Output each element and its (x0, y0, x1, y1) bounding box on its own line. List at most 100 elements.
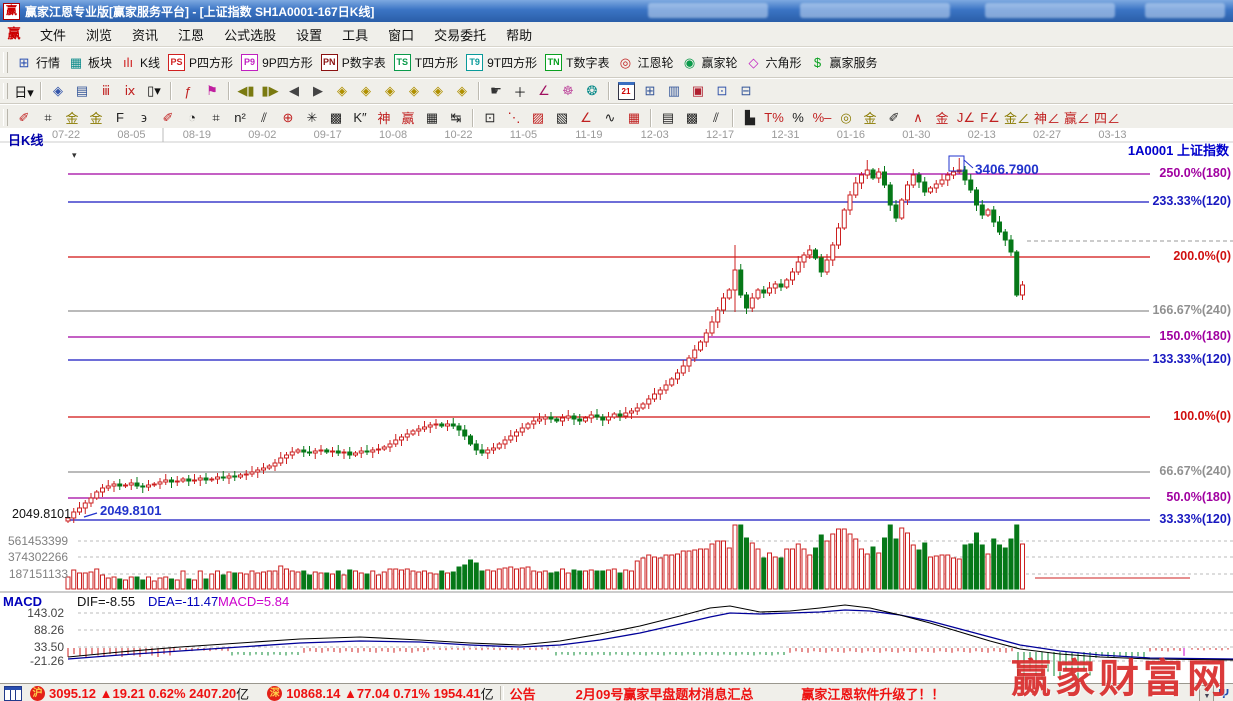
calendar-icon[interactable]: 21 (615, 81, 637, 102)
menu-item-帮助[interactable]: 帮助 (496, 28, 542, 43)
gold-rule-tool[interactable]: 金 (859, 107, 881, 128)
shrink-h-icon[interactable]: ◈ (403, 81, 425, 102)
hash-tool[interactable]: ⌗ (205, 107, 227, 128)
kline-button[interactable]: ılıK线 (120, 54, 160, 71)
menu-item-江恩[interactable]: 江恩 (168, 28, 214, 43)
gold-line2-tool[interactable]: 金 (85, 107, 107, 128)
candle-style-dropdown[interactable]: ▯▾ (143, 81, 165, 102)
remote-icon[interactable]: ⊡ (711, 81, 733, 102)
shade1-tool[interactable]: ▨ (527, 107, 549, 128)
expand-v-icon[interactable]: ◈ (427, 81, 449, 102)
ying-tool[interactable]: 赢 (397, 107, 419, 128)
announce-label[interactable]: 公告 (510, 684, 536, 701)
first-page-icon[interactable]: ◀▮ (235, 81, 257, 102)
shen-angle-tool[interactable]: 神∠ (1033, 107, 1061, 128)
tpct-tool[interactable]: T% (763, 107, 785, 128)
prev-icon[interactable]: ◀ (283, 81, 305, 102)
compass-tool[interactable]: ⊕ (277, 107, 299, 128)
menu-item-设置[interactable]: 设置 (286, 28, 332, 43)
gold-angle-tool[interactable]: 金∠ (1003, 107, 1031, 128)
save-icon[interactable]: ▣ (687, 81, 709, 102)
web-tool[interactable]: ▩ (325, 107, 347, 128)
menu-item-工具[interactable]: 工具 (332, 28, 378, 43)
trend-flag-icon[interactable]: ⚑ (201, 81, 223, 102)
gann-wheel-button[interactable]: ◎江恩轮 (617, 54, 673, 71)
shrink-v-icon[interactable]: ◈ (451, 81, 473, 102)
fibo-tool[interactable]: F (109, 107, 131, 128)
pattern-icon[interactable]: ❂ (581, 81, 603, 102)
grid-lines-tool[interactable]: ⌗ (37, 107, 59, 128)
shen-tool[interactable]: 神 (373, 107, 395, 128)
winner-service-button[interactable]: $赢家服务 (810, 54, 878, 71)
expand-left-icon[interactable]: ◈ (331, 81, 353, 102)
9p-square-button[interactable]: P99P四方形 (241, 54, 313, 71)
p-number-button[interactable]: PNP数字表 (321, 54, 386, 71)
pencil-tool[interactable]: ✐ (13, 107, 35, 128)
menu-item-资讯[interactable]: 资讯 (122, 28, 168, 43)
period-dropdown[interactable]: 日▾ (13, 81, 35, 102)
k2-tool[interactable]: K″ (349, 107, 371, 128)
sectors-button[interactable]: ▦板块 (68, 54, 112, 71)
pane-dropdown-arrow[interactable]: ▾ (72, 150, 77, 161)
t-number-button[interactable]: TNT数字表 (545, 54, 609, 71)
note-icon[interactable]: ▤ (71, 81, 93, 102)
mirror-tool[interactable]: ⫽ (253, 107, 275, 128)
sz-index[interactable]: 10868.14 (286, 686, 340, 701)
slash-tool[interactable]: ⫽ (705, 107, 727, 128)
quotes-button[interactable]: ⊞行情 (16, 54, 60, 71)
sh-index[interactable]: 3095.12 (49, 686, 96, 701)
shade2-tool[interactable]: ▧ (551, 107, 573, 128)
circle3-tool[interactable]: ◔ (181, 107, 203, 128)
print-icon[interactable]: ⊟ (735, 81, 757, 102)
toolbar-grip[interactable] (3, 52, 8, 72)
gold-circle-tool[interactable]: ◎ (835, 107, 857, 128)
box-tool[interactable]: ⊡ (479, 107, 501, 128)
width-tool[interactable]: ↹ (445, 107, 467, 128)
menu-item-交易委托[interactable]: 交易委托 (424, 28, 496, 43)
pct-tool[interactable]: % (787, 107, 809, 128)
draw-candle-tool[interactable]: ✐ (883, 107, 905, 128)
menu-item-文件[interactable]: 文件 (30, 28, 76, 43)
gann-shape-icon[interactable]: ☸ (557, 81, 579, 102)
hand-icon[interactable]: ☛ (485, 81, 507, 102)
angle2-tool[interactable]: ∠ (575, 107, 597, 128)
9t-square-button[interactable]: T99T四方形 (466, 54, 537, 71)
scroll-spinner[interactable]: ▲▼ (1199, 685, 1214, 701)
n2-tool[interactable]: n² (229, 107, 251, 128)
winner-wheel-button[interactable]: ◉赢家轮 (681, 54, 737, 71)
hexagon-button[interactable]: ◇六角形 (746, 54, 802, 71)
expand-right-icon[interactable]: ◈ (355, 81, 377, 102)
last-page-icon[interactable]: ▮▶ (259, 81, 281, 102)
menu-item-公式选股[interactable]: 公式选股 (214, 28, 286, 43)
expand-h-icon[interactable]: ◈ (379, 81, 401, 102)
f-angle-tool[interactable]: F∠ (979, 107, 1001, 128)
gold-line-tool[interactable]: 金 (61, 107, 83, 128)
formula-icon[interactable]: ƒ (177, 81, 199, 102)
p-square-button[interactable]: PSP四方形 (168, 54, 233, 71)
bars-tool[interactable]: ▙ (739, 107, 761, 128)
quote-table-icon[interactable] (4, 686, 22, 701)
angle-icon[interactable]: ∠ (533, 81, 555, 102)
bars3-icon[interactable]: ⅲ (95, 81, 117, 102)
wave-tool[interactable]: ∿ (599, 107, 621, 128)
grid4-tool[interactable]: ▩ (681, 107, 703, 128)
crosshair-icon[interactable]: ＋ (509, 81, 531, 102)
next-icon[interactable]: ▶ (307, 81, 329, 102)
news-headline-2[interactable]: 赢家江恩软件升级了！！ (801, 684, 944, 701)
t-square-button[interactable]: TST四方形 (394, 54, 458, 71)
grid2-tool[interactable]: ▦ (623, 107, 645, 128)
report-icon[interactable]: ▥ (663, 81, 685, 102)
pane-type-label[interactable]: 日K线 (8, 130, 43, 149)
gold-red-tool[interactable]: 金 (931, 107, 953, 128)
toolbar-grip[interactable] (3, 83, 8, 100)
spiral-tool[interactable]: ϶ (133, 107, 155, 128)
toolbar-grip[interactable] (3, 109, 8, 127)
ying-angle-tool[interactable]: 赢∠ (1063, 107, 1091, 128)
menu-item-浏览[interactable]: 浏览 (76, 28, 122, 43)
pctline-tool[interactable]: %– (811, 107, 833, 128)
calculator-icon[interactable]: ⊞ (639, 81, 661, 102)
star-tool[interactable]: ✳ (301, 107, 323, 128)
rays-tool[interactable]: ⋱ (503, 107, 525, 128)
j-angle-tool[interactable]: J∠ (955, 107, 977, 128)
four-angle-tool[interactable]: 四∠ (1093, 107, 1121, 128)
